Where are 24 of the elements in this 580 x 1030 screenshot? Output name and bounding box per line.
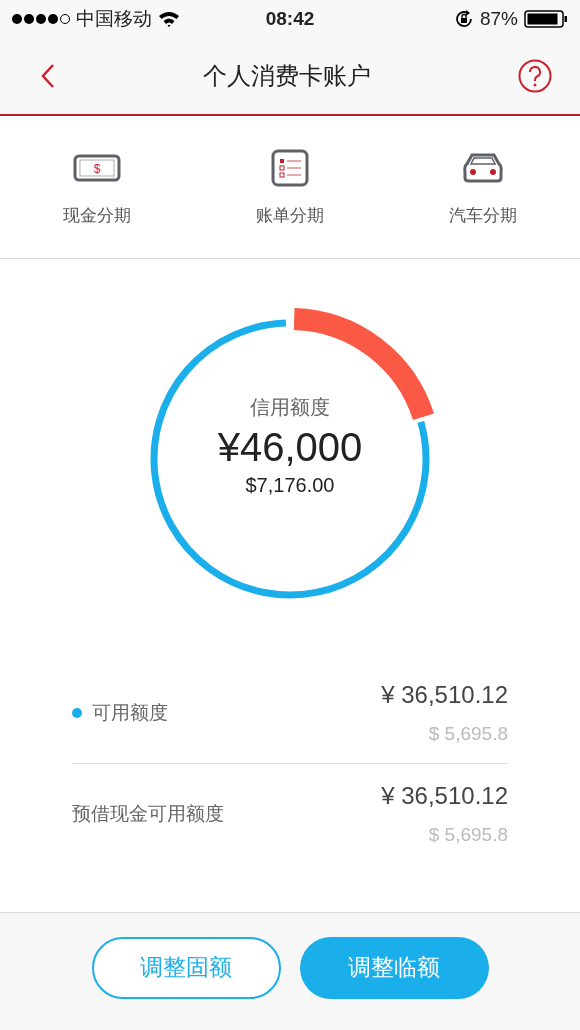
help-icon[interactable] [518, 59, 552, 93]
banknote-icon: $ [72, 153, 121, 182]
detail-amount: ¥ 36,510.12 [381, 782, 508, 810]
detail-amount: ¥ 36,510.12 [381, 681, 508, 709]
wifi-icon [158, 11, 180, 27]
rotation-lock-icon [453, 9, 474, 29]
shortcut-button[interactable]: 汽车分期 [386, 116, 580, 258]
back-icon[interactable] [40, 63, 56, 89]
car-icon [462, 151, 505, 184]
clock: 08:42 [265, 8, 315, 29]
list-icon [271, 148, 309, 187]
battery-icon [524, 10, 568, 28]
shortcut-button[interactable]: 账单分期 [193, 116, 387, 258]
page-title: 个人消费卡账户 [203, 61, 371, 91]
battery-percent: 87% [479, 8, 518, 30]
gauge-label: 信用额度 [250, 394, 330, 420]
detail-label: 预借现金可用额度 [72, 802, 224, 826]
credit-amount-usd: $7,176.00 [245, 473, 335, 497]
credit-amount: ¥46,000 [217, 424, 363, 470]
shortcut-button[interactable]: $ 现金分期 [0, 116, 194, 258]
detail-label: 可用额度 [92, 701, 168, 725]
detail-amount-usd: $ 5,695.8 [428, 824, 508, 846]
carrier-name: 中国移动 [76, 7, 152, 31]
detail-amount-usd: $ 5,695.8 [428, 723, 508, 745]
